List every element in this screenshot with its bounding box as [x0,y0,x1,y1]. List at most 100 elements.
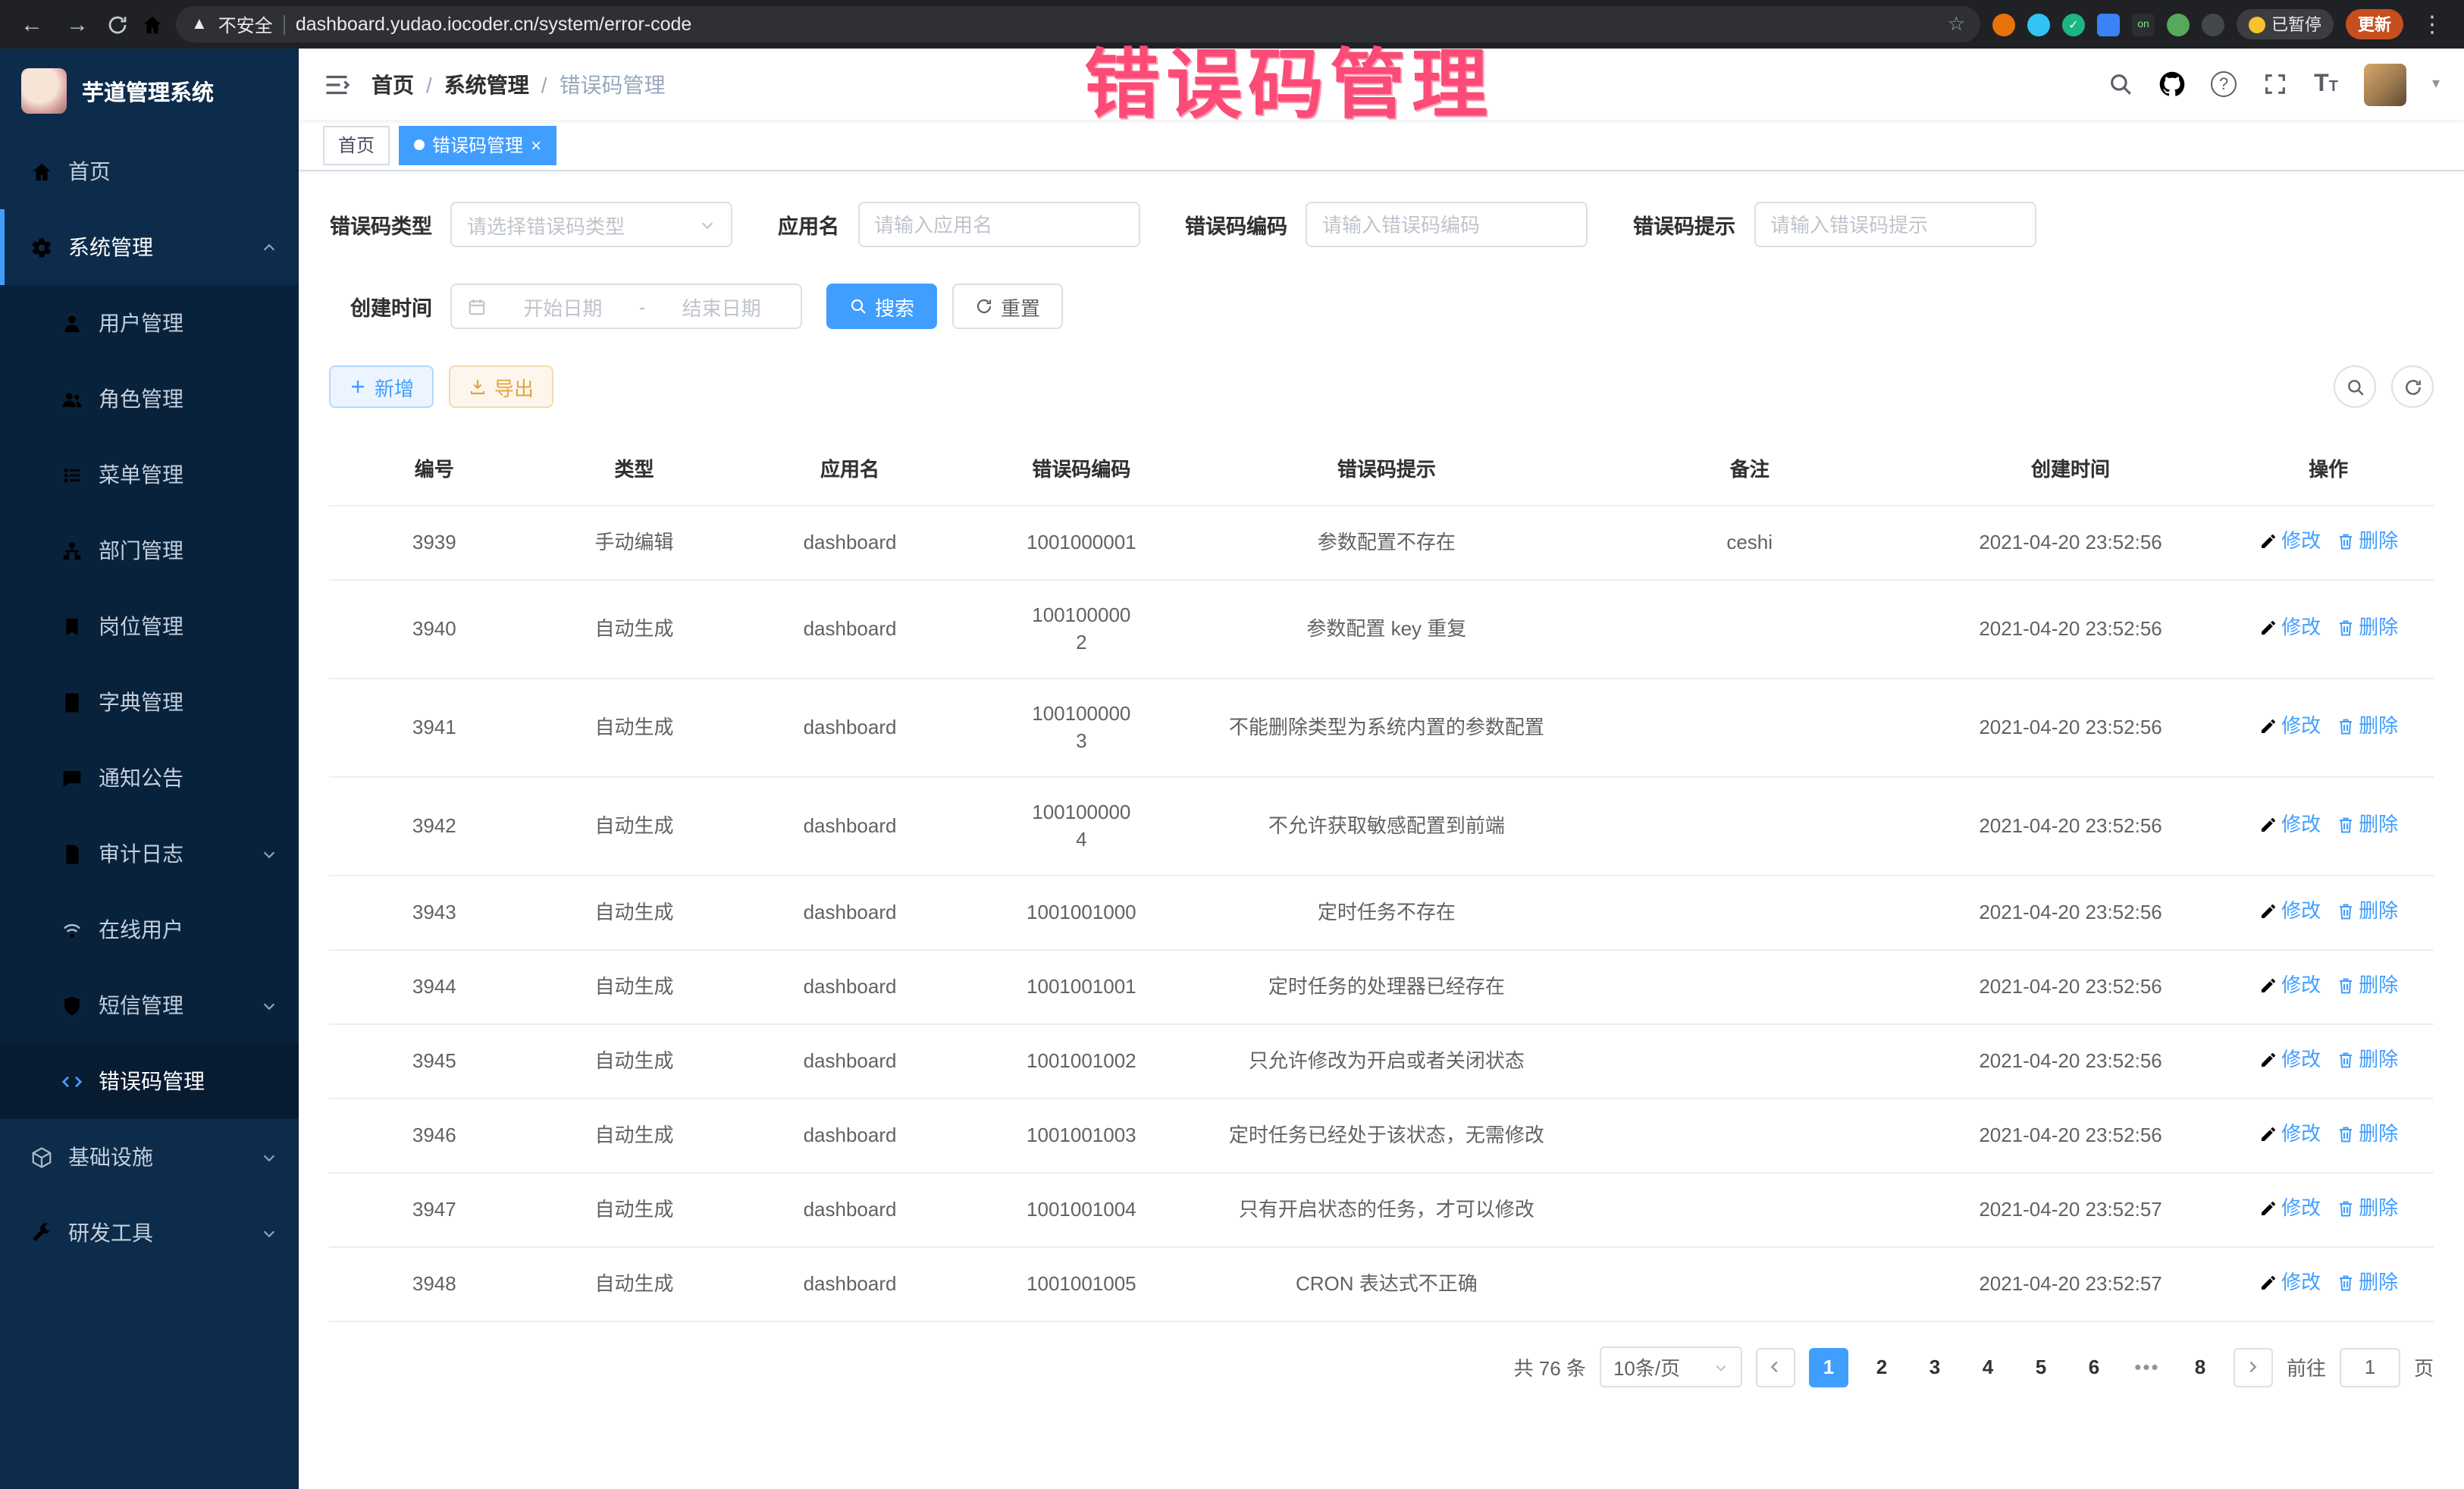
paused-badge[interactable]: 已暂停 [2237,9,2334,39]
avatar-caret-icon[interactable]: ▾ [2432,76,2440,92]
reset-button[interactable]: 重置 [952,284,1063,329]
edit-link[interactable]: 修改 [2259,528,2321,555]
breadcrumb-home[interactable]: 首页 [371,69,414,99]
search-button[interactable]: 搜索 [826,284,937,329]
sidebar-item-error-codes[interactable]: 错误码管理 [0,1043,299,1119]
sidebar-item-sms[interactable]: 短信管理 [0,967,299,1043]
page-number[interactable]: 4 [1968,1347,2008,1387]
extension-icon[interactable] [2097,13,2120,36]
edit-link[interactable]: 修改 [2259,1195,2321,1222]
page-number[interactable]: 2 [1862,1347,1901,1387]
font-size-icon[interactable]: TT [2314,71,2338,98]
delete-link[interactable]: 删除 [2336,614,2398,641]
prev-page-button[interactable] [1756,1347,1795,1387]
filter-error-code: 错误码编码 [1185,202,1588,247]
goto-page-input[interactable] [2340,1347,2400,1387]
cell-remark: ceshi [1582,506,1918,580]
sidebar-item-positions[interactable]: 岗位管理 [0,588,299,664]
delete-link[interactable]: 删除 [2336,898,2398,925]
delete-link[interactable]: 删除 [2336,713,2398,740]
refresh-table-button[interactable] [2391,365,2434,408]
help-icon[interactable]: ? [2211,71,2237,97]
cell-msg: 定时任务的处理器已经存在 [1192,950,1582,1024]
extension-icon[interactable] [2027,13,2050,36]
edit-link[interactable]: 修改 [2259,614,2321,641]
extension-on-badge[interactable]: on [2132,13,2155,36]
delete-link[interactable]: 删除 [2336,1195,2398,1222]
date-range-picker[interactable]: 开始日期 - 结束日期 [450,284,802,329]
breadcrumb-system[interactable]: 系统管理 [444,69,529,99]
sidebar-item-online-users[interactable]: 在线用户 [0,892,299,967]
goto-label: 前往 [2287,1353,2326,1381]
more-menu-icon[interactable]: ⋮ [2415,11,2449,38]
extension-icon[interactable] [2202,13,2224,36]
error-type-select[interactable]: 请选择错误码类型 [450,202,732,247]
delete-link[interactable]: 删除 [2336,1121,2398,1148]
update-button[interactable]: 更新 [2346,9,2403,39]
chevron-down-icon [261,845,277,862]
users-icon [61,387,83,410]
page-number[interactable]: 1 [1809,1347,1848,1387]
tab-home[interactable]: 首页 [323,125,390,165]
browser-home-icon[interactable] [141,13,164,36]
extension-icon[interactable]: ✓ [2062,13,2085,36]
sidebar-item-audit-log[interactable]: 审计日志 [0,816,299,892]
more-pages-icon[interactable]: ••• [2127,1347,2167,1387]
edit-link[interactable]: 修改 [2259,1269,2321,1296]
page-number[interactable]: 6 [2074,1347,2114,1387]
bookmark-star-icon[interactable]: ☆ [1948,12,1965,36]
page-number[interactable]: 8 [2180,1347,2220,1387]
next-page-button[interactable] [2234,1347,2273,1387]
tab-error-codes[interactable]: 错误码管理 × [399,125,556,165]
filter-label: 错误码提示 [1633,209,1735,240]
fullscreen-icon[interactable] [2262,71,2288,97]
cell-time: 2021-04-20 23:52:57 [1918,1247,2224,1321]
show-search-button[interactable] [2334,365,2376,408]
close-tab-icon[interactable]: × [531,136,541,154]
delete-icon [2336,619,2354,637]
add-button[interactable]: 新增 [329,365,434,408]
page-number[interactable]: 5 [2021,1347,2061,1387]
sidebar-item-announcements[interactable]: 通知公告 [0,740,299,816]
sidebar-item-infrastructure[interactable]: 基础设施 [0,1119,299,1195]
sidebar-item-home[interactable]: 首页 [0,133,299,209]
search-icon[interactable] [2108,71,2133,97]
edit-link[interactable]: 修改 [2259,898,2321,925]
app-logo-row[interactable]: 芋道管理系统 [0,49,299,133]
delete-link[interactable]: 删除 [2336,811,2398,839]
url-text[interactable]: dashboard.yudao.iocoder.cn/system/error-… [296,14,1937,35]
collapse-sidebar-icon[interactable] [323,71,350,98]
sidebar-item-roles[interactable]: 角色管理 [0,361,299,437]
error-code-input[interactable] [1322,213,1571,236]
sidebar-item-dictionary[interactable]: 字典管理 [0,664,299,740]
export-button[interactable]: 导出 [449,365,553,408]
sidebar-item-system[interactable]: 系统管理 [0,209,299,285]
cell-msg: 定时任务不存在 [1192,876,1582,950]
sidebar-item-dev-tools[interactable]: 研发工具 [0,1195,299,1271]
extension-icon[interactable] [1992,13,2015,36]
edit-link[interactable]: 修改 [2259,972,2321,999]
page-number[interactable]: 3 [1915,1347,1955,1387]
user-avatar[interactable] [2364,63,2406,105]
edit-link[interactable]: 修改 [2259,713,2321,740]
extension-icon[interactable] [2167,13,2190,36]
delete-link[interactable]: 删除 [2336,1269,2398,1296]
sidebar-item-users[interactable]: 用户管理 [0,285,299,361]
edit-link[interactable]: 修改 [2259,1121,2321,1148]
delete-link[interactable]: 删除 [2336,1046,2398,1074]
edit-link[interactable]: 修改 [2259,811,2321,839]
back-icon[interactable]: ← [15,11,49,37]
sidebar-item-departments[interactable]: 部门管理 [0,513,299,588]
forward-icon[interactable]: → [61,11,94,37]
edit-icon [2259,1125,2277,1143]
edit-link[interactable]: 修改 [2259,1046,2321,1074]
address-bar[interactable]: ▲ 不安全 dashboard.yudao.iocoder.cn/system/… [176,6,1980,42]
app-name-input[interactable] [874,213,1123,236]
delete-link[interactable]: 删除 [2336,972,2398,999]
sidebar-item-menus[interactable]: 菜单管理 [0,437,299,513]
delete-link[interactable]: 删除 [2336,528,2398,555]
page-size-select[interactable]: 10条/页 [1600,1346,1742,1387]
github-icon[interactable] [2159,71,2185,97]
error-hint-input[interactable] [1770,213,2019,236]
reload-icon[interactable] [106,13,129,36]
